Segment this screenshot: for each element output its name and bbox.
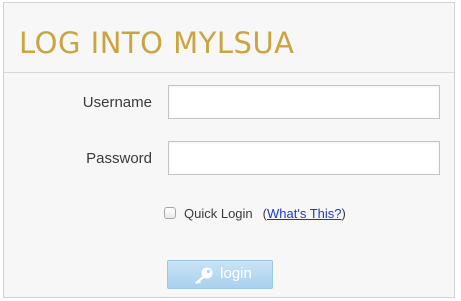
- login-button-label: login: [220, 265, 252, 282]
- password-input[interactable]: [168, 141, 440, 175]
- quick-login-label: Quick Login: [184, 205, 253, 221]
- username-label: Username: [82, 94, 152, 111]
- key-icon: [192, 266, 214, 284]
- quick-login-row: Quick Login ( What's This? ): [164, 204, 346, 222]
- help-close-paren: ): [341, 205, 346, 221]
- title-divider: [4, 72, 454, 73]
- login-panel: LOG INTO MYLSUA Username Password Quick …: [3, 2, 455, 298]
- whats-this-link[interactable]: What's This?: [267, 206, 342, 221]
- panel-title: LOG INTO MYLSUA: [19, 26, 295, 60]
- quick-login-checkbox[interactable]: [164, 207, 176, 219]
- login-button[interactable]: login: [167, 260, 273, 289]
- username-input[interactable]: [168, 85, 440, 119]
- password-label: Password: [86, 150, 152, 167]
